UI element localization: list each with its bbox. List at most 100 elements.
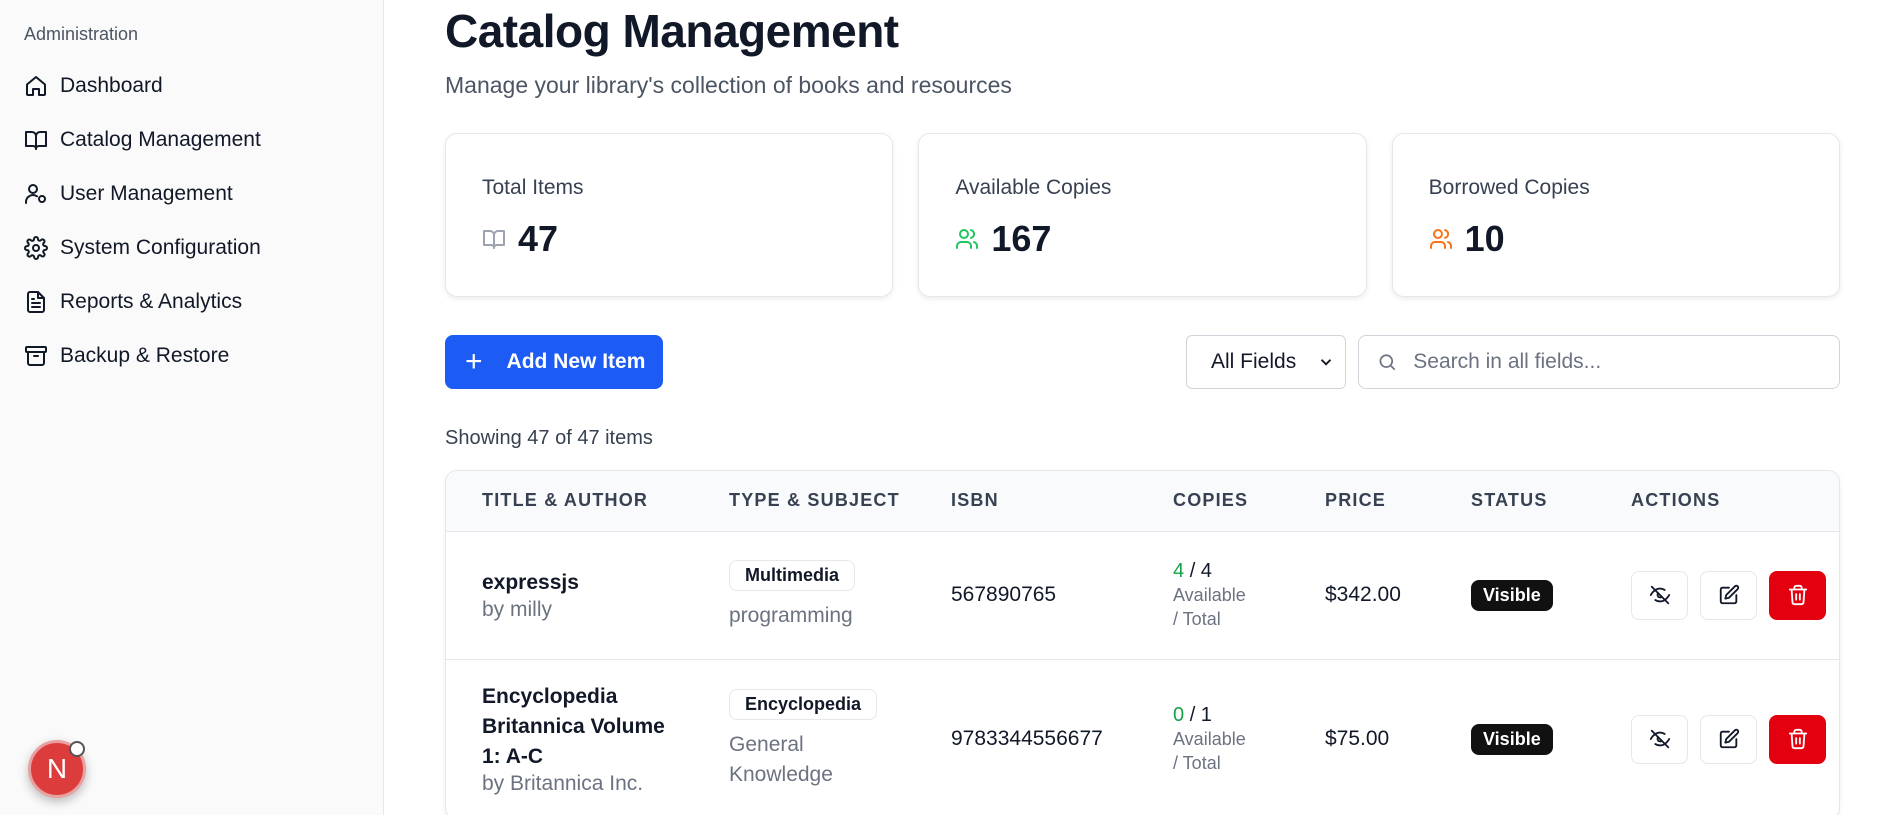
cell-title-author: Encyclopedia Britannica Volume 1: A-C by… (446, 658, 693, 815)
edit-item-button[interactable] (1700, 570, 1757, 620)
column-header-isbn: ISBN (951, 490, 999, 511)
table-header-row: TITLE & AUTHOR TYPE & SUBJECT ISBN COPIE… (446, 471, 1839, 531)
field-select-value: All Fields (1211, 350, 1297, 373)
column-header-title-author: TITLE & AUTHOR (482, 490, 649, 511)
item-title[interactable]: expressjs (482, 568, 693, 598)
stat-value: 167 (991, 218, 1052, 259)
item-subject: General Knowledge (729, 732, 833, 786)
copies-caption: Available (1173, 728, 1246, 749)
search-input[interactable] (1413, 350, 1839, 374)
app-root: Administration Dashboard Catalog Managem… (0, 0, 1892, 815)
cell-price: $342.00 (1289, 530, 1435, 659)
cell-status: Visible (1435, 658, 1595, 815)
hide-item-button[interactable] (1631, 570, 1688, 620)
delete-item-button[interactable] (1769, 570, 1826, 620)
stat-label: Total Items (482, 176, 584, 199)
sidebar-item-label: User Management (60, 182, 233, 205)
item-title[interactable]: Encyclopedia Britannica Volume 1: A-C (482, 682, 673, 772)
stat-value: 47 (518, 218, 559, 259)
sidebar-item-label: Dashboard (60, 74, 163, 97)
archive-icon (25, 346, 47, 366)
cell-type-subject: Encyclopedia General Knowledge (693, 658, 915, 815)
edit-icon (1719, 729, 1739, 749)
main-content: Catalog Management Manage your library's… (384, 0, 1892, 815)
add-new-item-label: Add New Item (506, 350, 646, 373)
sidebar-item-label: Catalog Management (60, 128, 261, 151)
sidebar-item-label: System Configuration (60, 236, 261, 259)
copies-total: / 1 (1189, 703, 1212, 726)
eye-off-icon (1649, 585, 1670, 605)
cell-price: $75.00 (1289, 658, 1435, 815)
user-cog-icon (25, 184, 46, 204)
status-badge: Visible (1471, 579, 1553, 611)
sidebar: Administration Dashboard Catalog Managem… (0, 0, 384, 815)
field-select[interactable]: All Fields (1186, 335, 1346, 389)
results-count: Showing 47 of 47 items (445, 427, 653, 449)
sidebar-item-reports-analytics[interactable]: Reports & Analytics (0, 275, 383, 329)
cell-status: Visible (1435, 530, 1595, 659)
copies-caption: / Total (1173, 752, 1221, 773)
copies-available: 0 (1173, 703, 1185, 726)
sidebar-item-user-management[interactable]: User Management (0, 167, 383, 221)
avatar-status-dot (69, 741, 85, 757)
cell-isbn: 567890765 (915, 530, 1137, 659)
item-subject: programming (729, 603, 853, 627)
trash-icon (1788, 584, 1807, 606)
type-badge: Multimedia (729, 559, 856, 591)
column-header-type-subject: TYPE & SUBJECT (729, 490, 900, 511)
file-text-icon (27, 291, 45, 313)
avatar-initial: N (46, 753, 68, 784)
status-badge: Visible (1471, 723, 1553, 755)
copies-available: 4 (1173, 559, 1185, 582)
users-icon (1429, 229, 1452, 249)
book-open-icon (483, 230, 505, 249)
book-open-icon (25, 131, 47, 150)
avatar[interactable]: N (28, 740, 86, 798)
cell-copies: 0 / 1 Available / Total (1137, 658, 1289, 815)
stat-label: Available Copies (955, 176, 1112, 199)
sidebar-item-catalog-management[interactable]: Catalog Management (0, 113, 383, 167)
add-new-item-button[interactable]: + Add New Item (445, 335, 664, 389)
trash-icon (1788, 729, 1807, 750)
search-box (1358, 335, 1840, 389)
cell-actions (1595, 530, 1839, 659)
sidebar-item-system-configuration[interactable]: System Configuration (0, 221, 383, 275)
toolbar: + Add New Item All Fields (445, 335, 1840, 389)
delete-item-button[interactable] (1769, 714, 1826, 764)
page-subtitle: Manage your library's collection of book… (445, 72, 1012, 98)
sidebar-item-backup-restore[interactable]: Backup & Restore (0, 329, 383, 383)
cell-title-author: expressjs by milly (446, 530, 693, 659)
plus-icon: + (465, 345, 483, 378)
item-author: by milly (482, 598, 553, 621)
eye-off-icon (1649, 730, 1670, 749)
column-header-copies: COPIES (1173, 490, 1249, 511)
stat-value: 10 (1464, 218, 1505, 259)
gear-icon (24, 236, 48, 260)
edit-item-button[interactable] (1700, 714, 1757, 764)
copies-caption: / Total (1173, 608, 1221, 629)
search-icon (1379, 354, 1396, 371)
cell-type-subject: Multimedia programming (693, 530, 915, 659)
sidebar-section-label: Administration (24, 24, 139, 44)
column-header-price: PRICE (1325, 490, 1387, 511)
home-icon (26, 76, 46, 96)
sidebar-item-label: Reports & Analytics (60, 290, 243, 313)
column-header-actions: ACTIONS (1631, 490, 1721, 511)
edit-icon (1719, 584, 1739, 605)
column-header-status: STATUS (1471, 490, 1548, 511)
catalog-table: TITLE & AUTHOR TYPE & SUBJECT ISBN COPIE… (445, 470, 1840, 815)
hide-item-button[interactable] (1631, 714, 1688, 764)
item-author: by Britannica Inc. (482, 772, 644, 796)
cell-copies: 4 / 4 Available / Total (1137, 530, 1289, 659)
table-row: Encyclopedia Britannica Volume 1: A-C by… (446, 658, 1839, 815)
stat-label: Borrowed Copies (1428, 176, 1590, 199)
cell-actions (1595, 658, 1839, 815)
table-row: expressjs by milly Multimedia programmin… (446, 530, 1839, 659)
cell-isbn: 9783344556677 (915, 658, 1137, 815)
type-badge: Encyclopedia (729, 688, 878, 720)
stats-row: Total Items 47 Available Copies 167 Borr… (445, 133, 1840, 297)
copies-total: / 4 (1189, 559, 1212, 582)
sidebar-item-dashboard[interactable]: Dashboard (0, 59, 383, 113)
stat-card-borrowed-copies: Borrowed Copies 10 (1391, 133, 1840, 297)
sidebar-item-label: Backup & Restore (60, 344, 230, 367)
